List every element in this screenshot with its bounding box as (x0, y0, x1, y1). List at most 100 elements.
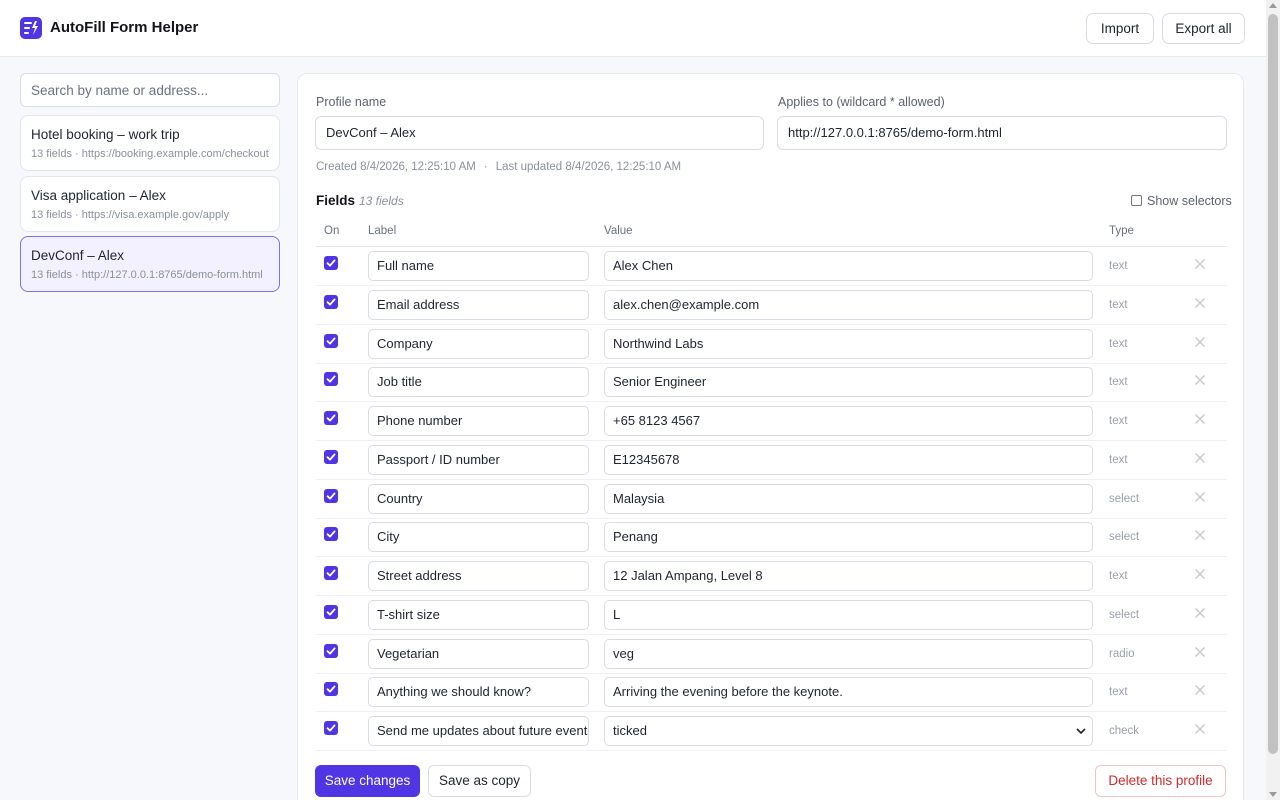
field-type: radio (1109, 647, 1135, 660)
field-label-input[interactable]: Street address (368, 561, 589, 591)
form-lightning-icon (20, 17, 42, 39)
applies-to-input[interactable]: http://127.0.0.1:8765/demo-form.html (777, 116, 1227, 150)
field-value-text: +65 8123 4567 (613, 413, 701, 428)
remove-field-icon[interactable] (1194, 529, 1206, 541)
profile-card-visa-application[interactable]: Visa application – Alex 13 fields · http… (20, 176, 280, 232)
remove-field-icon[interactable] (1194, 684, 1206, 696)
remove-field-icon[interactable] (1194, 568, 1206, 580)
field-value-input[interactable]: Alex Chen (604, 251, 1093, 281)
show-selectors-checkbox[interactable] (1131, 195, 1142, 206)
field-value-input[interactable]: Arriving the evening before the keynote. (604, 677, 1093, 708)
scrollbar-thumb[interactable] (1268, 14, 1278, 754)
field-value-input[interactable]: Penang (604, 522, 1093, 553)
field-enabled-checkbox[interactable] (324, 372, 338, 387)
field-label-input[interactable]: Country (368, 483, 589, 514)
page-scrollbar[interactable] (1266, 0, 1280, 800)
field-label-input[interactable]: Full name (368, 251, 589, 281)
field-enabled-checkbox[interactable] (324, 256, 338, 270)
field-enabled-checkbox[interactable] (324, 449, 338, 464)
field-type: select (1109, 531, 1140, 544)
field-value-input[interactable]: L (604, 599, 1093, 630)
profile-card-meta: 13 fields · https://visa.example.gov/app… (31, 209, 230, 221)
field-enabled-checkbox[interactable] (324, 566, 338, 580)
field-value-text: Penang (613, 529, 658, 545)
field-row: City Penang select (316, 518, 1227, 558)
remove-field-icon[interactable] (1194, 374, 1206, 386)
field-label-input[interactable]: Vegetarian (368, 638, 589, 669)
applies-to-label: Applies to (wildcard * allowed) (778, 95, 945, 109)
field-label-input[interactable]: Anything we should know? (368, 677, 589, 708)
field-enabled-checkbox[interactable] (324, 527, 338, 542)
field-value-input[interactable]: Northwind Labs (604, 328, 1093, 359)
remove-field-icon[interactable] (1194, 646, 1206, 658)
profile-card-devconf[interactable]: DevConf – Alex 13 fields · http://127.0.… (20, 236, 280, 292)
remove-field-icon[interactable] (1194, 491, 1206, 503)
field-value-input[interactable]: E12345678 (604, 444, 1093, 475)
delete-profile-button[interactable]: Delete this profile (1095, 765, 1226, 797)
import-button[interactable]: Import (1086, 13, 1154, 44)
field-enabled-checkbox[interactable] (324, 294, 338, 309)
remove-field-icon[interactable] (1194, 258, 1206, 270)
scroll-down-icon[interactable] (1269, 792, 1277, 797)
field-value-input[interactable]: Senior Engineer (604, 367, 1093, 398)
remove-field-icon[interactable] (1194, 723, 1206, 735)
field-label-input[interactable]: Email address (368, 289, 589, 320)
remove-field-icon[interactable] (1194, 297, 1206, 309)
field-row: Company Northwind Labs text (316, 325, 1227, 364)
field-value-text: alex.chen@example.com (613, 296, 760, 312)
field-label-input[interactable]: T-shirt size (368, 599, 589, 630)
profile-search-input[interactable] (20, 73, 280, 107)
remove-field-icon[interactable] (1194, 452, 1206, 464)
field-value-input[interactable]: +65 8123 4567 (604, 406, 1093, 436)
field-enabled-checkbox[interactable] (324, 604, 338, 619)
field-enabled-checkbox[interactable] (324, 488, 338, 503)
field-type: text (1109, 415, 1128, 427)
profile-card-name: DevConf – Alex (31, 248, 125, 263)
field-row: Anything we should know? Arriving the eve… (316, 673, 1227, 713)
profile-card-hotel-booking[interactable]: Hotel booking – work trip 13 fields · ht… (20, 115, 280, 171)
save-changes-button[interactable]: Save changes (315, 765, 420, 797)
field-enabled-checkbox[interactable] (324, 411, 338, 425)
field-type: text (1109, 686, 1128, 699)
top-bar: AutoFill Form Helper Import Export all (0, 0, 1266, 57)
save-as-copy-button[interactable]: Save as copy (428, 765, 531, 797)
field-row: Passport / ID number E12345678 text (316, 441, 1227, 480)
remove-field-icon[interactable] (1194, 336, 1206, 348)
field-value-text: ticked (613, 723, 647, 738)
field-value-text: Alex Chen (613, 258, 673, 273)
field-value-text: Senior Engineer (613, 374, 707, 390)
field-value-input[interactable]: Malaysia (604, 483, 1093, 514)
profile-card-name: Hotel booking – work trip (31, 127, 180, 142)
field-label-input[interactable]: Company (368, 328, 589, 359)
field-label-input[interactable]: Passport / ID number (368, 444, 589, 475)
fields-heading: Fields (316, 193, 356, 208)
field-row: Vegetarian veg radio (316, 635, 1227, 674)
field-value-text: E12345678 (613, 451, 680, 467)
remove-field-icon[interactable] (1194, 413, 1206, 425)
field-type: text (1109, 337, 1128, 350)
field-row: Street address 12 Jalan Ampang, Level 8 te… (316, 557, 1227, 596)
field-value-input[interactable]: 12 Jalan Ampang, Level 8 (604, 561, 1093, 591)
profile-name-input[interactable]: DevConf – Alex (315, 116, 764, 150)
app-title: AutoFill Form Helper (50, 19, 199, 36)
profile-name-label: Profile name (316, 95, 387, 109)
column-header-on: On (324, 225, 340, 237)
field-label-input[interactable]: City (368, 522, 589, 553)
field-type: text (1109, 376, 1128, 389)
show-selectors-toggle[interactable]: Show selectors (1131, 194, 1232, 208)
field-value-select[interactable]: ticked (604, 716, 1093, 746)
field-label-input[interactable]: Send me updates about future events (368, 716, 589, 746)
export-all-button[interactable]: Export all (1162, 13, 1245, 44)
chevron-down-icon (1076, 728, 1086, 735)
field-value-input[interactable]: veg (604, 638, 1093, 669)
field-value-input[interactable]: alex.chen@example.com (604, 289, 1093, 320)
field-enabled-checkbox[interactable] (324, 682, 338, 697)
field-enabled-checkbox[interactable] (324, 333, 338, 348)
remove-field-icon[interactable] (1194, 607, 1206, 619)
field-value-text: Northwind Labs (613, 335, 704, 351)
scroll-up-icon[interactable] (1269, 3, 1277, 8)
field-label-input[interactable]: Job title (368, 367, 589, 398)
field-enabled-checkbox[interactable] (324, 643, 338, 658)
field-label-input[interactable]: Phone number (368, 406, 589, 436)
field-enabled-checkbox[interactable] (324, 721, 338, 735)
